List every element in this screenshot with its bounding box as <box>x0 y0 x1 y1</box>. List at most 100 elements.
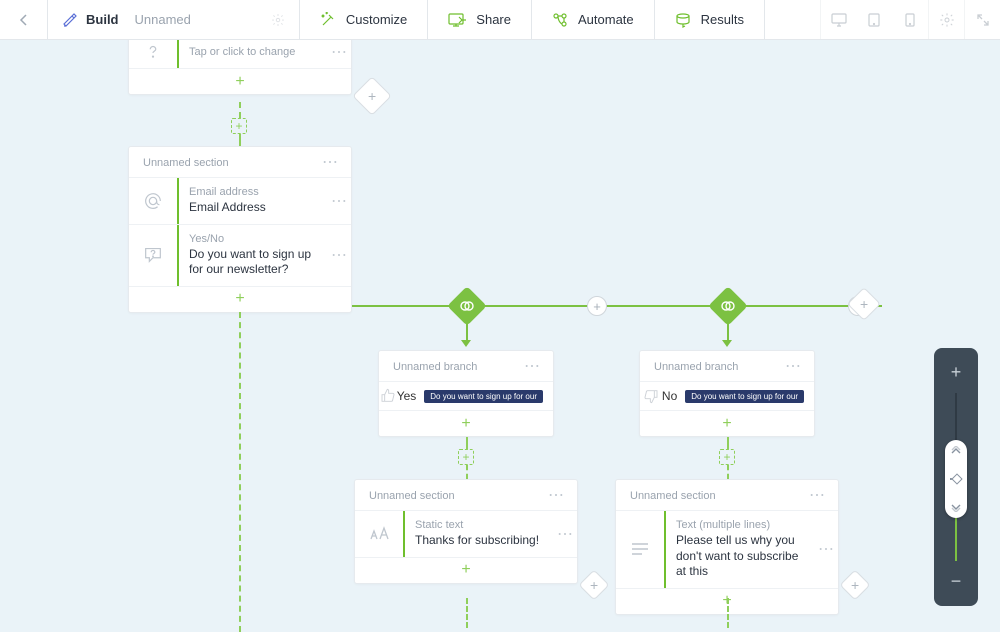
connector <box>466 465 468 479</box>
question-row-multiline[interactable]: Text (multiple lines) Please tell us why… <box>616 510 838 588</box>
card-menu-icon[interactable]: ⋯ <box>548 493 565 499</box>
zoom-out-button[interactable]: − <box>951 567 962 596</box>
branch-card-no[interactable]: Unnamed branch ⋯ No Do you want to sign … <box>639 350 815 437</box>
question-row-email[interactable]: Email address Email Address ⋯ <box>129 177 351 224</box>
row-menu-icon[interactable]: ⋯ <box>327 225 351 286</box>
zoom-center-icon <box>950 478 962 480</box>
card-menu-icon[interactable]: ⋯ <box>322 160 339 166</box>
connector <box>727 437 729 449</box>
device-tablet-icon[interactable] <box>856 13 892 27</box>
zoom-handle[interactable] <box>945 440 967 518</box>
branch-add-diamond[interactable]: + <box>847 287 881 321</box>
tab-build[interactable]: Build Unnamed <box>48 0 300 39</box>
row-menu-icon[interactable]: ⋯ <box>327 36 351 68</box>
settings-icon[interactable] <box>928 0 964 39</box>
connector <box>239 134 241 146</box>
back-button[interactable] <box>0 0 48 39</box>
section-card-1[interactable]: Unnamed section ⋯ Email address Email Ad… <box>128 146 352 313</box>
section-title[interactable]: Unnamed section <box>369 490 455 502</box>
row-menu-icon[interactable]: ⋯ <box>327 178 351 224</box>
row-menu-icon[interactable]: ⋯ <box>553 511 577 557</box>
row-text: Do you want to sign up for our newslette… <box>189 247 317 278</box>
device-phone-icon[interactable] <box>892 13 928 27</box>
add-question-button[interactable]: + <box>129 286 351 312</box>
share-label: Share <box>476 12 511 27</box>
build-icon <box>62 12 78 28</box>
at-icon <box>129 178 177 224</box>
row-text: Email Address <box>189 200 317 216</box>
gear-icon[interactable] <box>271 13 285 27</box>
section-title[interactable]: Unnamed section <box>143 157 229 169</box>
connector <box>727 598 729 628</box>
question-card-top[interactable]: Tap or click to change ⋯ + <box>128 34 352 95</box>
branch-title[interactable]: Unnamed branch <box>393 361 477 373</box>
connector <box>352 305 882 307</box>
text-size-icon <box>355 511 403 557</box>
card-menu-icon[interactable]: ⋯ <box>524 364 541 370</box>
tab-automate[interactable]: Automate <box>532 0 655 39</box>
row-text: Please tell us why you don't want to sub… <box>676 533 804 580</box>
top-card-line2: Tap or click to change <box>189 46 317 58</box>
branch-condition-row[interactable]: Yes Do you want to sign up for our <box>379 381 553 410</box>
automate-label: Automate <box>578 12 634 27</box>
tab-customize[interactable]: Customize <box>300 0 428 39</box>
connector <box>727 465 729 479</box>
row-menu-icon[interactable]: ⋯ <box>814 511 838 588</box>
row-type: Text (multiple lines) <box>676 519 804 531</box>
question-row-yesno[interactable]: Yes/No Do you want to sign up for our ne… <box>129 224 351 286</box>
connector <box>466 598 468 628</box>
add-question-button[interactable]: + <box>355 557 577 583</box>
branch-add-diamond[interactable]: + <box>352 76 392 116</box>
branch-add-diamond[interactable]: + <box>839 569 870 600</box>
condition-chip: Do you want to sign up for our <box>424 390 543 403</box>
insert-node-button[interactable]: + <box>458 449 474 465</box>
branch-answer: No <box>662 389 677 403</box>
add-question-button[interactable]: + <box>129 68 351 94</box>
branch-condition-row[interactable]: No Do you want to sign up for our <box>640 381 814 410</box>
branch-answer: Yes <box>397 389 417 403</box>
connector <box>239 312 241 632</box>
add-condition-button[interactable]: + <box>640 410 814 436</box>
branch-add-diamond[interactable]: + <box>578 569 609 600</box>
row-type: Email address <box>189 186 317 198</box>
branch-card-yes[interactable]: Unnamed branch ⋯ Yes Do you want to sign… <box>378 350 554 437</box>
fullscreen-icon[interactable] <box>964 0 1000 39</box>
tab-results[interactable]: Results <box>655 0 765 39</box>
question-icon <box>129 36 177 68</box>
section-card-yes[interactable]: Unnamed section ⋯ Static text Thanks for… <box>354 479 578 584</box>
connector <box>466 320 468 342</box>
flow-canvas[interactable]: Tap or click to change ⋯ + + + Unnamed s… <box>0 40 1000 620</box>
add-branch-button[interactable]: + <box>587 296 607 316</box>
card-menu-icon[interactable]: ⋯ <box>809 493 826 499</box>
question-bubble-icon <box>129 225 177 286</box>
top-toolbar: Build Unnamed Customize Share Automate R… <box>0 0 1000 40</box>
card-menu-icon[interactable]: ⋯ <box>785 364 802 370</box>
text-lines-icon <box>616 511 664 588</box>
connector <box>727 320 729 342</box>
customize-label: Customize <box>346 12 407 27</box>
insert-node-button[interactable]: + <box>719 449 735 465</box>
row-type: Yes/No <box>189 233 317 245</box>
arrow-icon <box>461 340 471 347</box>
connector <box>466 437 468 449</box>
section-card-no[interactable]: Unnamed section ⋯ Text (multiple lines) … <box>615 479 839 615</box>
tab-share[interactable]: Share <box>428 0 532 39</box>
zoom-in-button[interactable]: + <box>951 358 962 387</box>
survey-name[interactable]: Unnamed <box>135 12 191 27</box>
build-label: Build <box>86 12 119 27</box>
branch-title[interactable]: Unnamed branch <box>654 361 738 373</box>
thumbs-down-icon <box>640 388 662 404</box>
thumbs-up-icon <box>379 388 397 404</box>
add-condition-button[interactable]: + <box>379 410 553 436</box>
device-desktop-icon[interactable] <box>820 0 856 39</box>
results-label: Results <box>701 12 744 27</box>
row-text: Thanks for subscribing! <box>415 533 543 549</box>
section-title[interactable]: Unnamed section <box>630 490 716 502</box>
condition-chip: Do you want to sign up for our <box>685 390 804 403</box>
insert-node-button[interactable]: + <box>231 118 247 134</box>
question-row-static[interactable]: Static text Thanks for subscribing! ⋯ <box>355 510 577 557</box>
arrow-icon <box>722 340 732 347</box>
connector <box>239 102 241 118</box>
zoom-control[interactable]: + − <box>934 348 978 606</box>
row-type: Static text <box>415 519 543 531</box>
